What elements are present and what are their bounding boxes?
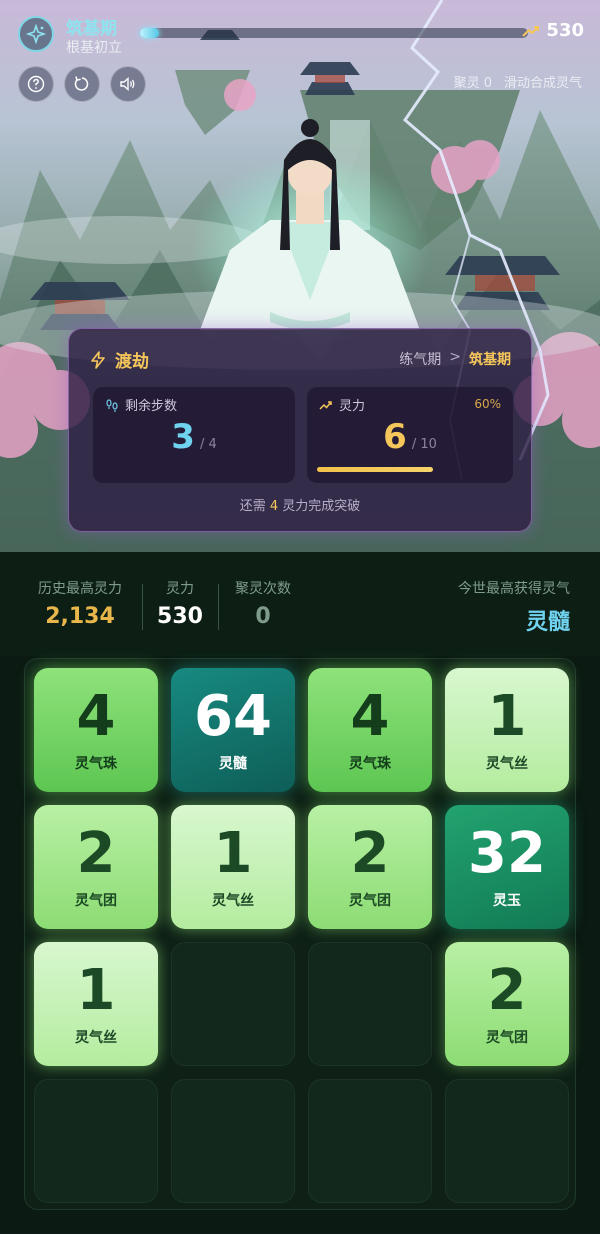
- tile-number: 4: [350, 684, 390, 749]
- empty-cell: [171, 942, 295, 1066]
- sparkle-icon: [18, 16, 54, 52]
- realm-progress-fill: [140, 28, 160, 38]
- gather-count-label: 聚灵次数: [235, 581, 291, 597]
- scene-background: 筑基期 根基初立 530 聚灵 0 滑动合成灵气 渡劫 练气期 > 筑基期 剩余…: [0, 0, 600, 552]
- stage-to: 筑基期: [469, 352, 511, 368]
- stage-separator: >: [449, 349, 461, 365]
- tile-number: 2: [350, 821, 390, 886]
- tile-name: 灵髓: [219, 756, 247, 772]
- tile-number: 4: [76, 684, 116, 749]
- stage-transition: 练气期 > 筑基期: [399, 349, 511, 369]
- stage-from: 练气期: [399, 352, 442, 368]
- gather-count-stat: 聚灵次数 0: [230, 578, 296, 629]
- board-tile: 2 灵气团: [34, 805, 158, 929]
- stats-bar: 历史最高灵力 2,134 灵力 530 聚灵次数 0 今世最高获得灵气 灵髓: [0, 552, 600, 656]
- tile-number: 1: [487, 684, 527, 749]
- empty-cell: [34, 1079, 158, 1203]
- help-button[interactable]: [18, 66, 54, 102]
- power-label: 灵力: [339, 399, 366, 414]
- realm-title: 筑基期: [66, 19, 117, 39]
- board-tile: 1 灵气丝: [171, 805, 295, 929]
- footprints-icon: [106, 398, 118, 412]
- realm-subtitle: 根基初立: [66, 40, 122, 56]
- empty-cell: [308, 942, 432, 1066]
- trend-up-icon: [522, 25, 540, 37]
- tile-number: 2: [76, 821, 116, 886]
- breakthrough-suffix: 灵力完成突破: [282, 499, 361, 514]
- score-value: 530: [546, 20, 584, 41]
- empty-cell: [445, 1079, 569, 1203]
- tile-number: 32: [468, 821, 546, 886]
- steps-remaining: 3: [171, 417, 195, 457]
- lightning-icon: [91, 350, 105, 369]
- tribulation-title-text: 渡劫: [115, 352, 149, 372]
- power-total: / 10: [411, 437, 437, 452]
- steps-value-row: 3 / 4: [93, 417, 295, 457]
- board-tile: 1 灵气丝: [34, 942, 158, 1066]
- top-essence-label: 今世最高获得灵气: [458, 581, 570, 597]
- board-tile: 4 灵气珠: [34, 668, 158, 792]
- tile-name: 灵气珠: [349, 756, 391, 772]
- top-essence-value: 灵髓: [525, 610, 570, 635]
- sound-button[interactable]: [110, 66, 146, 102]
- tile-name: 灵气团: [349, 893, 391, 909]
- gather-count-value: 0: [255, 604, 271, 629]
- tile-name: 灵气珠: [75, 756, 117, 772]
- board-tile: 2 灵气团: [445, 942, 569, 1066]
- tile-name: 灵气团: [75, 893, 117, 909]
- power-value-row: 6 / 10: [307, 417, 513, 457]
- gather-hint: 聚灵 0 滑动合成灵气: [454, 72, 582, 91]
- steps-label: 剩余步数: [125, 399, 178, 414]
- breakthrough-amount: 4: [269, 499, 279, 514]
- tile-name: 灵玉: [493, 893, 521, 909]
- gather-count-label: 聚灵 0: [453, 76, 492, 91]
- stats-divider: [218, 584, 219, 630]
- board-tile: 64 灵髓: [171, 668, 295, 792]
- tile-name: 灵气丝: [212, 893, 254, 909]
- top-bar: 筑基期 根基初立 530: [18, 14, 584, 56]
- steps-total: / 4: [199, 437, 217, 452]
- best-power-label: 历史最高灵力: [38, 581, 122, 597]
- tile-number: 1: [213, 821, 253, 886]
- current-power-label: 灵力: [166, 581, 194, 597]
- current-power-value: 530: [157, 604, 203, 629]
- power-percent: 60%: [474, 397, 501, 411]
- breakthrough-hint: 还需 4 灵力完成突破: [69, 495, 531, 514]
- board-tile: 2 灵气团: [308, 805, 432, 929]
- power-current: 6: [383, 417, 407, 457]
- tile-number: 2: [487, 958, 527, 1023]
- breakthrough-prefix: 还需: [239, 499, 266, 514]
- tile-number: 64: [194, 684, 272, 749]
- swipe-hint-label: 滑动合成灵气: [503, 76, 582, 91]
- tile-name: 灵气丝: [75, 1030, 117, 1046]
- top-essence-stat: 今世最高获得灵气 灵髓: [458, 578, 570, 636]
- best-power-value: 2,134: [45, 604, 115, 629]
- empty-cell: [171, 1079, 295, 1203]
- game-board[interactable]: 4 灵气珠 64 灵髓 4 灵气珠 1 灵气丝 2 灵气团 1 灵气丝 2 灵气团 32 灵玉 1 灵气丝 2 灵气团: [24, 658, 576, 1210]
- best-power-stat: 历史最高灵力 2,134: [28, 578, 132, 629]
- restart-icon: [74, 76, 89, 91]
- tile-name: 灵气丝: [486, 756, 528, 772]
- current-power-stat: 灵力 530: [152, 578, 208, 629]
- board-tile: 1 灵气丝: [445, 668, 569, 792]
- speaker-icon: [120, 76, 135, 92]
- board-tile: 32 灵玉: [445, 805, 569, 929]
- board-tile: 4 灵气珠: [308, 668, 432, 792]
- steps-box: 剩余步数 3 / 4: [93, 387, 295, 483]
- tile-number: 1: [76, 958, 116, 1023]
- stats-divider: [142, 584, 143, 630]
- tribulation-panel: 渡劫 练气期 > 筑基期 剩余步数 3 / 4 灵力 60% 6 / 10 还需…: [68, 328, 532, 532]
- restart-button[interactable]: [64, 66, 100, 102]
- question-icon: [27, 75, 45, 93]
- score-display: 530: [522, 20, 584, 41]
- trend-up-icon: [319, 400, 332, 410]
- power-progress-fill: [317, 467, 434, 472]
- power-label-row: 灵力: [319, 395, 365, 414]
- empty-cell: [308, 1079, 432, 1203]
- steps-label-row: 剩余步数: [105, 395, 177, 414]
- realm-progress-bar: [140, 28, 528, 38]
- power-box: 灵力 60% 6 / 10: [307, 387, 513, 483]
- tile-name: 灵气团: [486, 1030, 528, 1046]
- tribulation-title: 渡劫: [89, 347, 149, 372]
